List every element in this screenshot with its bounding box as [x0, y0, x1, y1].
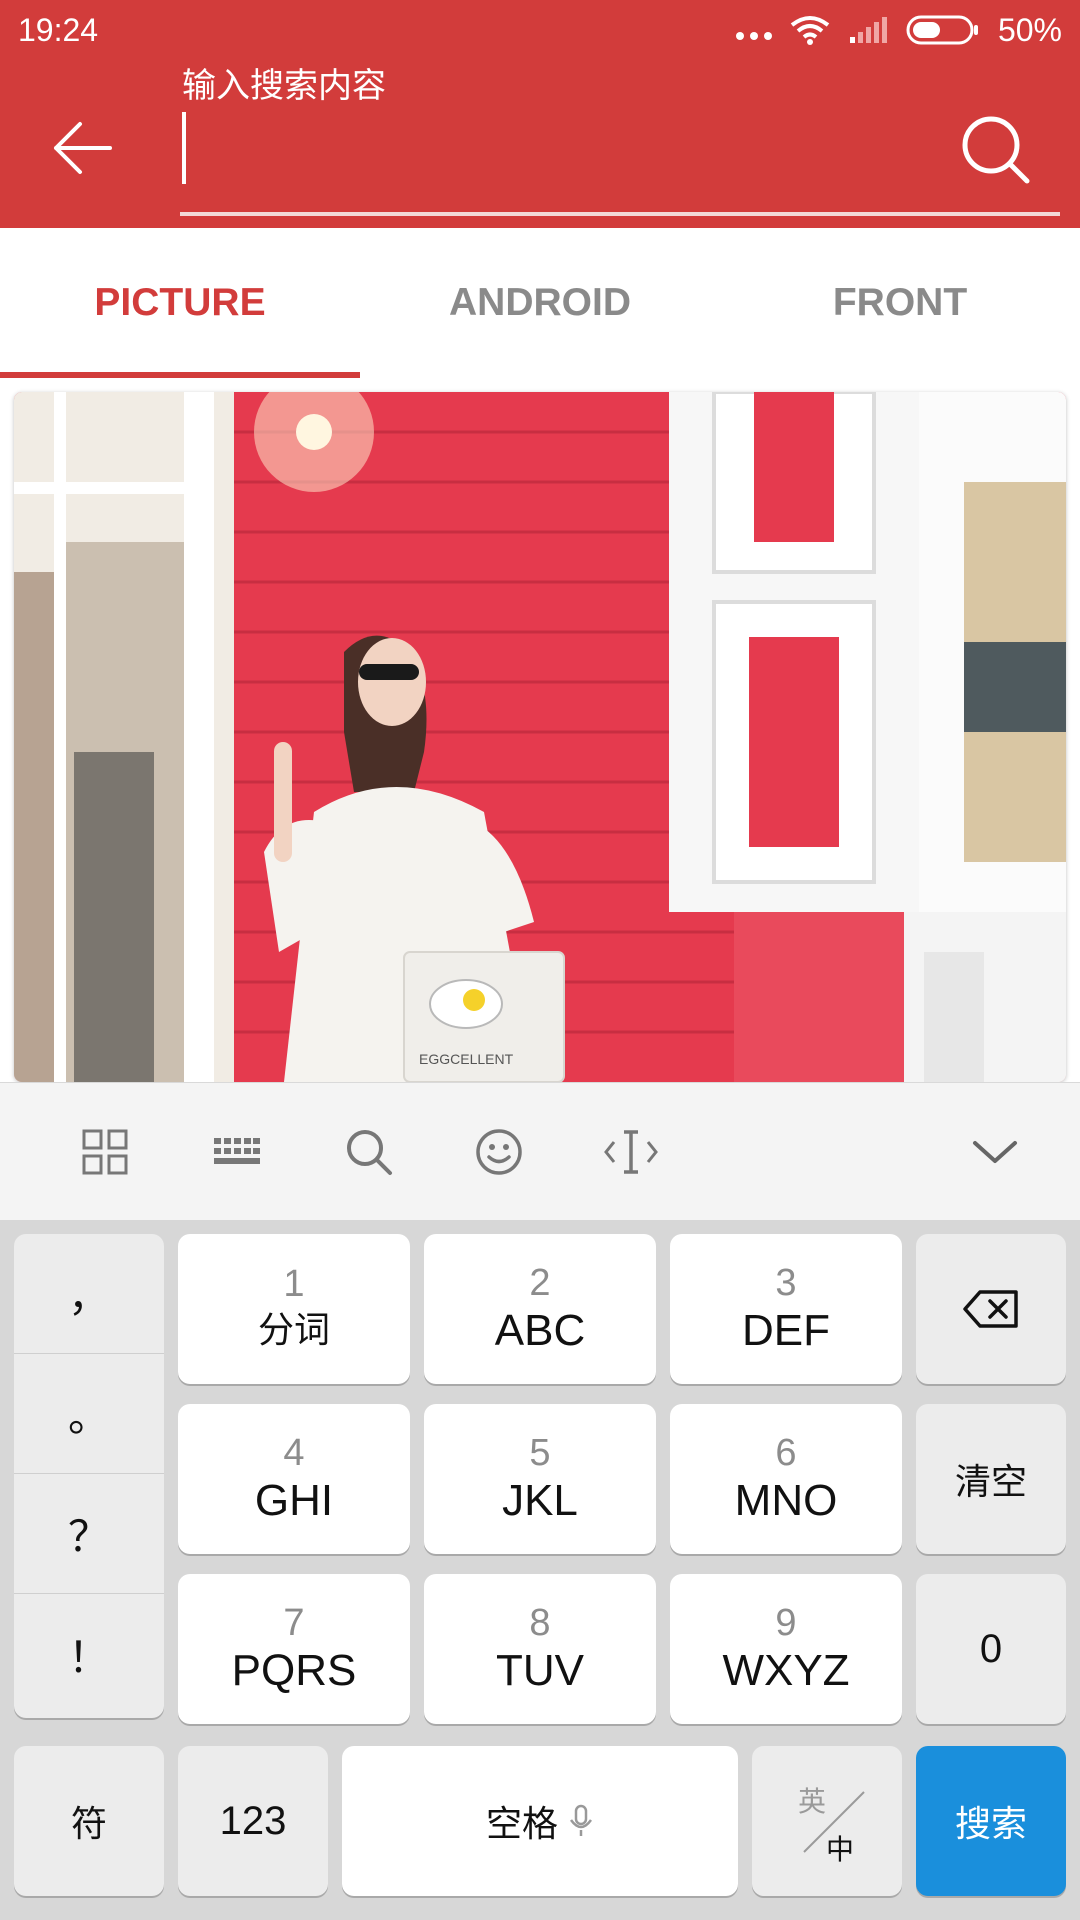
search-icon	[347, 1130, 392, 1175]
tab-android[interactable]: ANDROID	[360, 228, 720, 378]
toolbar-keyboard-button[interactable]	[204, 1119, 270, 1185]
key-0-label: 0	[979, 1626, 1003, 1671]
key-3-num: 3	[775, 1262, 797, 1304]
tab-front[interactable]: FRONT	[720, 228, 1080, 378]
key-2-label: ABC	[494, 1306, 586, 1355]
picture-card[interactable]: EGGCELLENT	[14, 392, 1066, 1082]
text-cursor	[182, 112, 186, 184]
key-5-num: 5	[529, 1432, 551, 1474]
search-icon	[962, 116, 1030, 184]
chevron-down-icon	[973, 1141, 1017, 1163]
tab-picture[interactable]: PICTURE	[0, 228, 360, 378]
key-6[interactable]: 6 MNO	[670, 1404, 902, 1554]
punct-exclaim-key[interactable]: ！	[14, 1594, 164, 1714]
punctuation-column[interactable]: ， 。 ？ ！	[14, 1234, 164, 1718]
search-submit-key[interactable]: 搜索	[916, 1746, 1066, 1896]
key-7[interactable]: 7 PQRS	[178, 1574, 410, 1724]
key-2-num: 2	[529, 1262, 551, 1304]
arrow-left-icon	[54, 122, 112, 174]
key-9-label: WXYZ	[722, 1646, 850, 1695]
keyboard-collapse-button[interactable]	[962, 1119, 1028, 1185]
symbol-key[interactable]: 符	[14, 1746, 164, 1896]
emoji-icon	[476, 1129, 522, 1175]
key-1-num: 1	[283, 1263, 305, 1305]
status-icons: 50%	[735, 10, 1062, 50]
search-input[interactable]	[180, 106, 1060, 216]
key-6-num: 6	[775, 1432, 797, 1474]
toolbar-grid-button[interactable]	[72, 1119, 138, 1185]
key-4[interactable]: 4 GHI	[178, 1404, 410, 1554]
toolbar-search-button[interactable]	[336, 1119, 402, 1185]
key-8-label: TUV	[496, 1646, 584, 1695]
key-4-num: 4	[283, 1432, 305, 1474]
key-1[interactable]: 1 分词	[178, 1234, 410, 1384]
more-dots-icon	[735, 20, 772, 40]
microphone-icon	[569, 1804, 593, 1836]
key-7-label: PQRS	[231, 1646, 357, 1695]
signal-icon	[849, 17, 887, 43]
key-4-label: GHI	[254, 1476, 334, 1525]
toolbar-emoji-button[interactable]	[466, 1119, 532, 1185]
key-3-label: DEF	[742, 1306, 830, 1355]
backspace-key[interactable]	[916, 1234, 1066, 1384]
toolbar-cursor-button[interactable]	[598, 1119, 664, 1185]
number-mode-key[interactable]: 123	[178, 1746, 328, 1896]
symbol-key-label: 符	[70, 1804, 107, 1845]
punct-period-key[interactable]: 。	[14, 1354, 164, 1474]
category-tabs: PICTURE ANDROID FRONT	[0, 228, 1080, 378]
app-header: 19:24 50% 输入搜索内容	[0, 0, 1080, 228]
key-7-num: 7	[283, 1602, 305, 1644]
key-8-num: 8	[529, 1602, 551, 1644]
search-button[interactable]	[952, 106, 1040, 194]
bag-print-text: EGGCELLENT	[419, 1051, 514, 1067]
search-hint: 输入搜索内容	[182, 66, 386, 106]
status-time: 19:24	[18, 12, 99, 48]
key-0[interactable]: 0	[916, 1574, 1066, 1724]
punct-question-key[interactable]: ？	[14, 1474, 164, 1594]
back-button[interactable]	[42, 108, 122, 188]
space-key[interactable]: 空格	[342, 1746, 738, 1896]
space-key-label: 空格	[485, 1804, 558, 1845]
key-6-label: MNO	[734, 1476, 838, 1525]
key-8[interactable]: 8 TUV	[424, 1574, 656, 1724]
key-9-num: 9	[775, 1602, 797, 1644]
key-2[interactable]: 2 ABC	[424, 1234, 656, 1384]
cursor-icon	[604, 1130, 658, 1174]
key-3[interactable]: 3 DEF	[670, 1234, 902, 1384]
keyboard-toolbar	[0, 1082, 1080, 1220]
grid-icon	[82, 1129, 128, 1175]
backspace-icon	[963, 1290, 1018, 1328]
punct-comma-key[interactable]: ，	[14, 1234, 164, 1354]
lang-chinese-label: 中	[826, 1833, 855, 1866]
battery-icon	[906, 15, 978, 45]
clear-key-label: 清空	[954, 1462, 1027, 1503]
wifi-icon	[790, 16, 830, 45]
clear-key[interactable]: 清空	[916, 1404, 1066, 1554]
key-1-label: 分词	[257, 1310, 330, 1351]
battery-percent: 50%	[997, 11, 1062, 48]
key-5[interactable]: 5 JKL	[424, 1404, 656, 1554]
search-submit-label: 搜索	[954, 1804, 1027, 1845]
key-5-label: JKL	[502, 1476, 578, 1525]
number-mode-label: 123	[219, 1798, 287, 1843]
language-switch-key[interactable]: 英 中	[752, 1746, 902, 1896]
keyboard-icon	[214, 1138, 260, 1164]
key-9[interactable]: 9 WXYZ	[670, 1574, 902, 1724]
photo-image: EGGCELLENT	[14, 392, 1066, 1082]
